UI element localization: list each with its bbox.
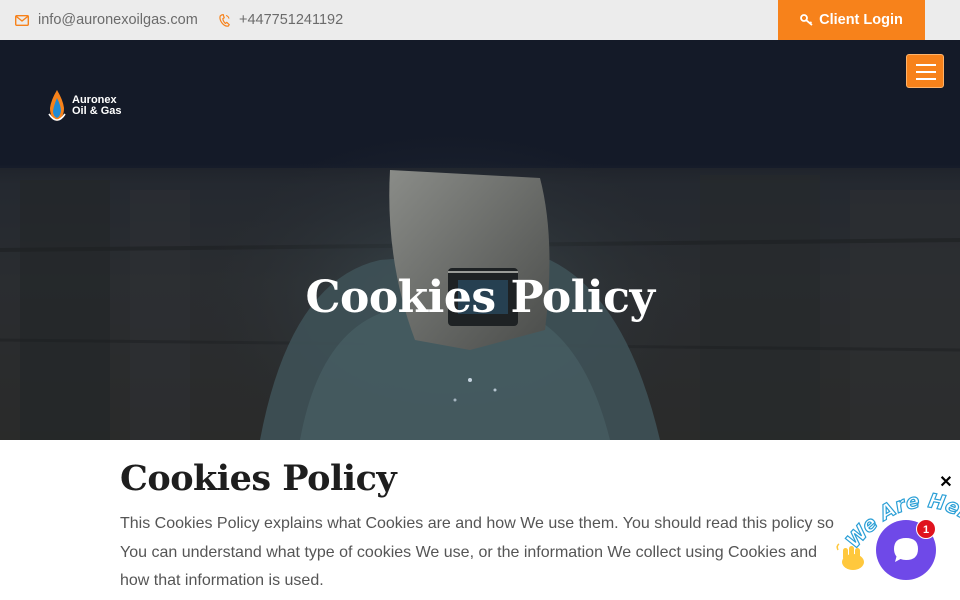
phone-text: +447751241192 — [239, 12, 344, 28]
hamburger-icon-line — [916, 71, 936, 73]
client-login-button[interactable]: Client Login — [778, 0, 925, 40]
email-text: info@auronexoilgas.com — [38, 12, 198, 28]
unread-count-badge: 1 — [916, 519, 936, 539]
envelope-icon — [15, 14, 29, 26]
hero-title: Cookies Policy — [305, 272, 655, 323]
intro-paragraph: This Cookies Policy explains what Cookie… — [120, 515, 834, 589]
hamburger-menu-button[interactable] — [906, 54, 944, 88]
chat-bubble-icon — [894, 538, 918, 562]
main-content: Cookies Policy This Cookies Policy expla… — [0, 440, 960, 600]
chat-close-button[interactable]: ✕ — [937, 474, 955, 492]
hero-banner: Auronex Oil & Gas Cookies Policy — [0, 40, 960, 440]
auronex-logo[interactable]: Auronex Oil & Gas — [46, 88, 122, 124]
page-heading: Cookies Policy — [120, 458, 397, 499]
email-contact[interactable]: info@auronexoilgas.com — [15, 0, 198, 40]
logo-line-2: Oil & Gas — [72, 105, 122, 117]
phone-icon — [219, 13, 230, 27]
key-icon — [800, 14, 813, 26]
hero-background-image — [0, 130, 960, 440]
phone-contact[interactable]: +447751241192 — [219, 0, 343, 40]
hamburger-icon-line — [916, 78, 936, 80]
client-login-label: Client Login — [819, 12, 903, 28]
hamburger-icon — [916, 64, 936, 66]
flame-drop-logo-icon — [48, 90, 66, 121]
top-contact-bar: info@auronexoilgas.com +447751241192 Cli… — [0, 0, 960, 40]
